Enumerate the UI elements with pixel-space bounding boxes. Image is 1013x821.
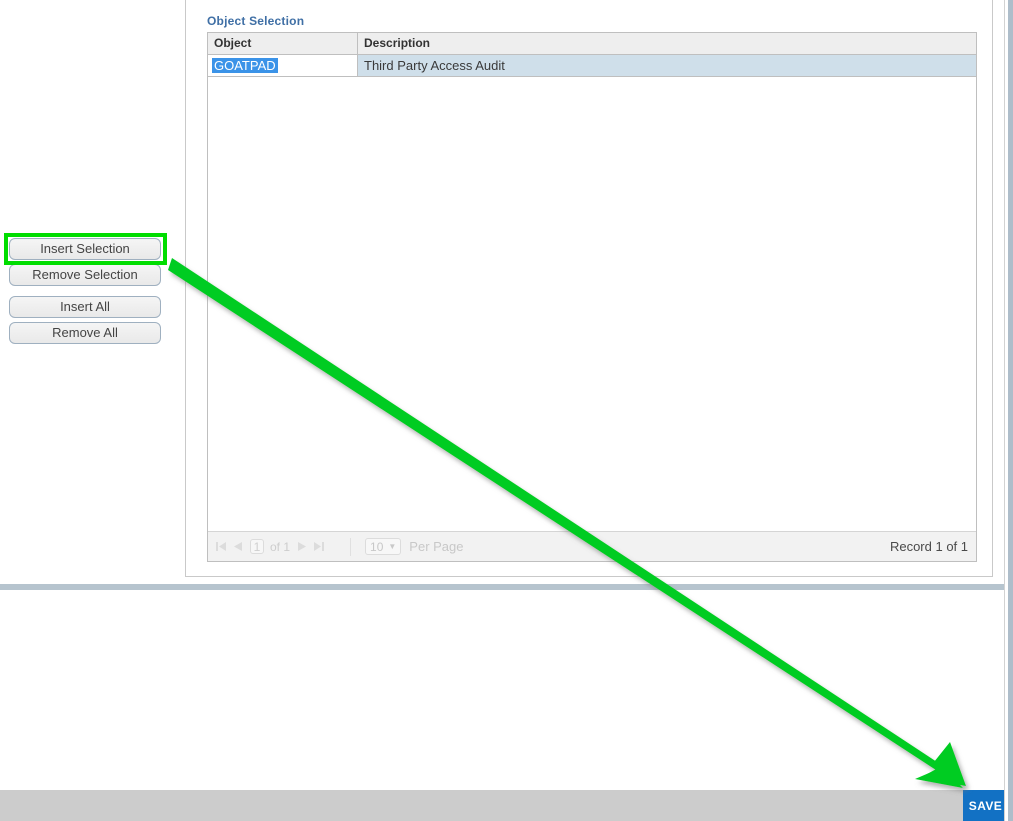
first-page-icon[interactable] bbox=[216, 540, 227, 554]
last-page-glyph bbox=[314, 541, 325, 551]
per-page-label: Per Page bbox=[409, 539, 464, 554]
first-page-glyph bbox=[216, 541, 226, 551]
page-size-select[interactable]: 10 ▼ bbox=[365, 538, 402, 555]
prev-page-glyph bbox=[234, 541, 242, 551]
remove-all-button[interactable]: Remove All bbox=[9, 322, 161, 344]
remove-selection-button[interactable]: Remove Selection bbox=[9, 264, 161, 286]
cell-description[interactable]: Third Party Access Audit bbox=[358, 55, 976, 76]
cell-object[interactable]: GOATPAD bbox=[208, 55, 358, 76]
grid-header-row: Object Description bbox=[208, 33, 976, 55]
object-selection-grid: Object Description GOATPAD Third Party A… bbox=[207, 32, 977, 562]
insert-all-button[interactable]: Insert All bbox=[9, 296, 161, 318]
record-count-label: Record 1 of 1 bbox=[889, 539, 968, 554]
page-scrollbar[interactable] bbox=[1008, 0, 1013, 821]
grid-body: GOATPAD Third Party Access Audit bbox=[208, 55, 976, 530]
page-number-input[interactable]: 1 bbox=[250, 539, 264, 554]
panel-title: Object Selection bbox=[207, 14, 305, 28]
object-selection-panel: Object Selection Object Description GOAT… bbox=[185, 0, 993, 577]
next-page-icon[interactable] bbox=[296, 540, 307, 554]
section-divider bbox=[0, 584, 1008, 590]
page-of-label: of 1 bbox=[270, 539, 291, 554]
insert-selection-button[interactable]: Insert Selection bbox=[9, 238, 161, 260]
next-page-glyph bbox=[298, 541, 307, 551]
table-row[interactable]: GOATPAD Third Party Access Audit bbox=[208, 55, 976, 77]
page-size-value: 10 bbox=[370, 539, 384, 554]
object-code-input[interactable]: GOATPAD bbox=[212, 58, 278, 73]
action-button-column: Insert Selection Remove Selection Insert… bbox=[9, 238, 161, 348]
pager-divider bbox=[350, 537, 352, 556]
grid-pager: 1 of 1 10 ▼ Per Page Record 1 of 1 bbox=[208, 531, 976, 561]
footer-bar: SAVE bbox=[0, 790, 1008, 821]
prev-page-icon[interactable] bbox=[233, 540, 244, 554]
save-button[interactable]: SAVE bbox=[963, 790, 1008, 821]
column-header-object[interactable]: Object bbox=[208, 33, 358, 54]
last-page-icon[interactable] bbox=[313, 540, 325, 554]
column-header-description[interactable]: Description bbox=[358, 33, 976, 54]
chevron-down-icon: ▼ bbox=[388, 542, 397, 551]
pager-navigation: 1 of 1 bbox=[208, 539, 325, 554]
